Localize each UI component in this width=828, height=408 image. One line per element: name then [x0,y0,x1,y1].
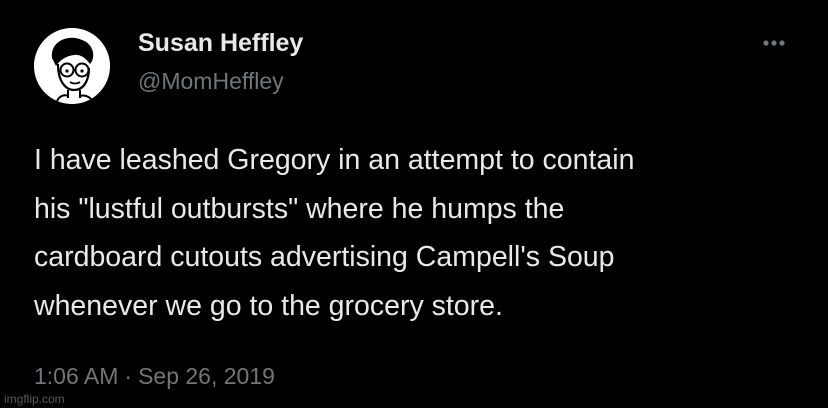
more-options-button[interactable] [752,28,796,58]
tweet-text: I have leashed Gregory in an attempt to … [34,136,794,330]
author-handle[interactable]: @MomHeffley [138,68,284,95]
tweet-text-line: cardboard cutouts advertising Campell's … [34,241,615,273]
watermark: imgflip.com [4,392,65,406]
more-horizontal-icon [763,40,785,46]
tweet-date[interactable]: Sep 26, 2019 [138,363,275,389]
author-display-name[interactable]: Susan Heffley [138,29,303,58]
tweet-card: Susan Heffley @MomHeffley I have leashed… [0,0,828,408]
tweet-time[interactable]: 1:06 AM [34,363,118,389]
meta-separator: · [124,363,133,389]
tweet-text-line: I have leashed Gregory in an attempt to … [34,144,635,176]
tweet-text-line: whenever we go to the grocery store. [34,289,503,322]
cartoon-woman-avatar-icon [34,28,110,104]
tweet-metadata: 1:06 AM · Sep 26, 2019 [34,363,275,390]
author-avatar[interactable] [34,28,110,104]
tweet-text-line: his "lustful outbursts" where he humps t… [34,192,565,225]
